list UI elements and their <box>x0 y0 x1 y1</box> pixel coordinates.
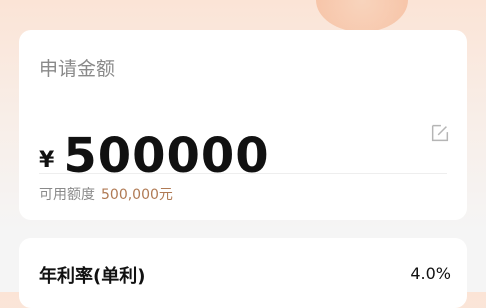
header-decoration <box>316 0 408 32</box>
interest-rate-card: 年利率(单利) 4.0% <box>19 238 467 308</box>
apply-amount-label: 申请金额 <box>39 58 116 80</box>
available-credit-value: 500,000元 <box>101 187 173 203</box>
available-credit: 可用额度 500,000元 <box>39 184 173 204</box>
annual-rate-value: 4.0% <box>410 264 451 283</box>
currency-symbol: ¥ <box>39 147 55 173</box>
divider <box>39 173 447 174</box>
amount-input[interactable]: ¥ 500000 <box>39 126 270 186</box>
amount-value: 500000 <box>63 128 270 184</box>
annual-rate-label: 年利率(单利) <box>39 266 146 287</box>
edit-icon[interactable] <box>429 122 451 144</box>
loan-amount-card: 申请金额 ¥ 500000 可用额度 500,000元 <box>19 30 467 220</box>
available-credit-label: 可用额度 <box>39 187 95 203</box>
